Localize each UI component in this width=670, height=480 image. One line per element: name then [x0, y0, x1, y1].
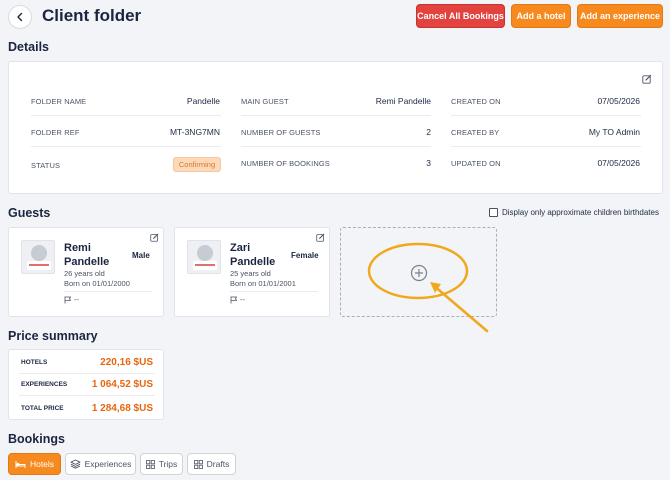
divider [19, 395, 155, 396]
user-silhouette-icon [193, 245, 217, 270]
edit-icon[interactable] [150, 233, 159, 242]
add-hotel-button[interactable]: Add a hotel [511, 4, 571, 28]
avatar [187, 240, 221, 274]
guest-nationality: -- [240, 295, 245, 304]
cancel-all-bookings-button[interactable]: Cancel All Bookings [416, 4, 505, 28]
details-heading: Details [8, 40, 49, 54]
divider [451, 115, 641, 116]
total-price-value: 1 284,68 $US [91, 403, 153, 414]
tab-experiences[interactable]: Experiences [65, 453, 136, 475]
tab-label: Experiences [84, 459, 132, 469]
flag-icon [64, 296, 72, 304]
divider [19, 373, 155, 374]
approx-birthdates-label: Display only approximate children birthd… [502, 208, 659, 217]
guest-card: Zari Pandelle Female 25 years old Born o… [174, 227, 330, 317]
experiences-price-value: 1 064,52 $US [91, 379, 153, 390]
guest-first-name: Zari [230, 242, 251, 254]
created-by-label: CREATED BY [451, 128, 500, 137]
add-experience-button[interactable]: Add an experience [577, 4, 663, 28]
divider [230, 291, 318, 292]
edit-icon[interactable] [642, 74, 652, 84]
guest-last-name: Pandelle [230, 256, 276, 268]
divider [241, 115, 431, 116]
guests-heading: Guests [8, 206, 51, 220]
tab-drafts[interactable]: Drafts [187, 453, 236, 475]
guest-age: 26 years old [64, 269, 105, 278]
flag-icon [230, 296, 238, 304]
tab-label: Trips [158, 459, 178, 469]
avatar [21, 240, 55, 274]
user-silhouette-icon [27, 245, 51, 270]
layers-icon [70, 459, 81, 469]
number-of-guests-value: 2 [426, 127, 431, 137]
guest-first-name: Remi [64, 242, 91, 254]
folder-name-value: Pandelle [186, 96, 220, 106]
tab-label: Drafts [206, 459, 230, 469]
chevron-left-icon [17, 12, 23, 22]
created-on-value: 07/05/2026 [597, 96, 640, 106]
folder-ref-label: FOLDER REF [31, 128, 80, 137]
divider [64, 291, 152, 292]
tab-trips[interactable]: Trips [140, 453, 183, 475]
tab-label: Hotels [29, 459, 55, 469]
price-summary-heading: Price summary [8, 329, 98, 343]
divider [31, 146, 221, 147]
number-of-bookings-label: NUMBER OF BOOKINGS [241, 159, 330, 168]
number-of-guests-label: NUMBER OF GUESTS [241, 128, 321, 137]
folder-ref-value: MT-3NG7MN [169, 127, 220, 137]
guest-last-name: Pandelle [64, 256, 110, 268]
grid-icon [193, 459, 203, 469]
status-label: STATUS [31, 161, 61, 170]
guest-gender: Male [132, 251, 150, 260]
back-button[interactable] [8, 5, 32, 29]
grid-icon [145, 459, 155, 469]
tab-hotels[interactable]: Hotels [8, 453, 61, 475]
price-summary-card: HOTELS 220,16 $US EXPERIENCES 1 064,52 $… [8, 349, 164, 420]
number-of-bookings-value: 3 [426, 158, 431, 168]
guest-age: 25 years old [230, 269, 271, 278]
main-guest-label: MAIN GUEST [241, 97, 289, 106]
guest-card: Remi Pandelle Male 26 years old Born on … [8, 227, 164, 317]
edit-icon[interactable] [316, 233, 325, 242]
main-guest-value: Remi Pandelle [375, 96, 431, 106]
guest-birthdate: Born on 01/01/2001 [230, 279, 296, 288]
experiences-price-label: EXPERIENCES [21, 381, 68, 388]
created-on-label: CREATED ON [451, 97, 501, 106]
guest-gender: Female [291, 251, 319, 260]
divider [241, 146, 431, 147]
total-price-label: TOTAL PRICE [21, 405, 64, 412]
divider [451, 146, 641, 147]
folder-name-label: FOLDER NAME [31, 97, 87, 106]
approx-birthdates-checkbox[interactable] [489, 208, 498, 217]
updated-on-label: UPDATED ON [451, 159, 501, 168]
bookings-heading: Bookings [8, 432, 65, 446]
hotels-price-label: HOTELS [21, 359, 48, 366]
annotation-highlight [367, 242, 489, 333]
details-card: FOLDER NAME Pandelle FOLDER REF MT-3NG7M… [8, 61, 663, 194]
page-title: Client folder [42, 6, 142, 25]
hotels-price-value: 220,16 $US [100, 357, 153, 368]
updated-on-value: 07/05/2026 [597, 158, 640, 168]
guest-birthdate: Born on 01/01/2000 [64, 279, 130, 288]
bed-icon [15, 460, 26, 468]
status-badge: Confirming [173, 157, 221, 172]
created-by-value: My TO Admin [588, 127, 640, 137]
divider [31, 115, 221, 116]
guest-nationality: -- [74, 295, 79, 304]
